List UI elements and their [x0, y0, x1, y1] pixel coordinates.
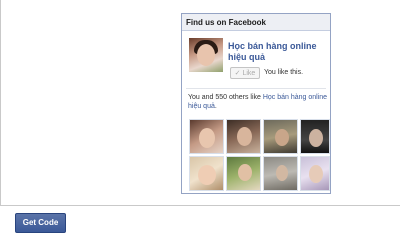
fan-avatar[interactable] [189, 119, 224, 154]
page-profile-picture[interactable] [189, 38, 223, 72]
fan-avatar[interactable] [226, 119, 261, 154]
fans-summary: You and 550 others like Học bán hàng onl… [188, 93, 328, 111]
like-button-label: Like [242, 70, 256, 77]
page-name-link[interactable]: Học bán hàng online hiệu quả [228, 41, 328, 63]
fans-summary-prefix: You and 550 others like [188, 94, 263, 101]
fan-avatar[interactable] [226, 156, 261, 191]
fan-avatar[interactable] [300, 156, 330, 191]
like-status: You like this. [264, 69, 304, 76]
fans-summary-suffix: . [214, 103, 217, 110]
thumbs-up-icon: ✓ [234, 70, 241, 77]
like-button[interactable]: ✓ Like [230, 67, 260, 79]
fan-avatar[interactable] [263, 119, 298, 154]
like-box-header: Find us on Facebook [182, 14, 330, 31]
divider [186, 88, 326, 89]
fan-avatar[interactable] [189, 156, 224, 191]
fan-avatar[interactable] [300, 119, 330, 154]
settings-panel: Find us on Facebook Học bán hàng online … [0, 0, 400, 206]
get-code-button[interactable]: Get Code [15, 213, 66, 233]
facebook-like-box: Find us on Facebook Học bán hàng online … [181, 13, 331, 194]
fan-avatar[interactable] [263, 156, 298, 191]
